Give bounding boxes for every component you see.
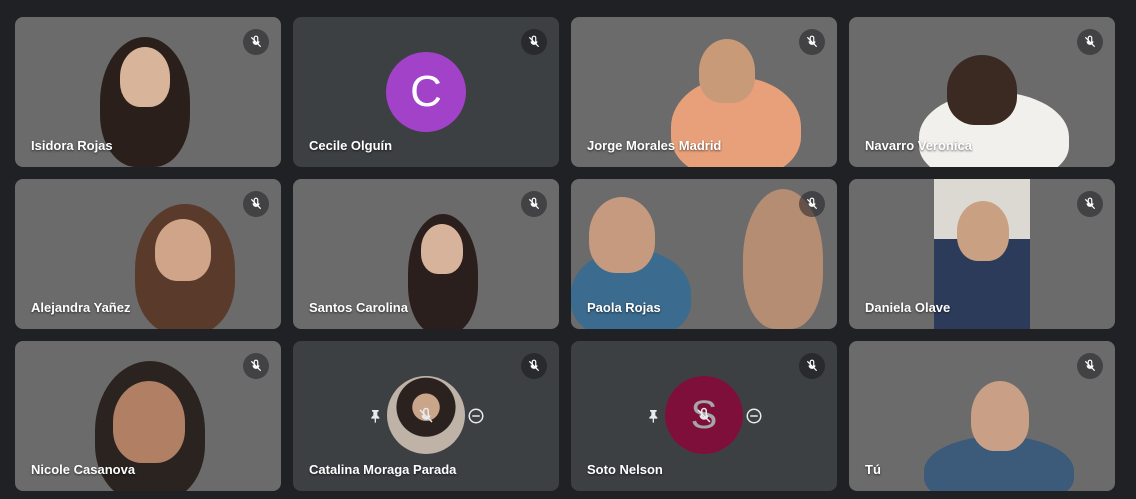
participant-tile[interactable]: Tú [849,341,1115,491]
face [155,219,211,281]
mic-off-icon [1077,29,1103,55]
participant-tile[interactable]: Jorge Morales Madrid [571,17,837,167]
participant-tile[interactable]: Catalina Moraga Parada [293,341,559,491]
participant-grid: Isidora Rojas C Cecile Olguín Jorge Mora… [15,17,1115,491]
face [421,224,463,274]
participant-name: Jorge Morales Madrid [587,138,722,153]
participant-tile[interactable]: Daniela Olave [849,179,1115,329]
participant-name: Isidora Rojas [31,138,113,153]
pin-icon[interactable] [363,403,389,429]
face [957,201,1009,261]
tile-hover-controls [641,396,767,436]
face [947,55,1017,125]
face [699,39,755,103]
remove-icon[interactable] [741,403,767,429]
participant-name: Paola Rojas [587,300,661,315]
participant-tile[interactable]: S Soto Nelson [571,341,837,491]
participant-tile[interactable]: Alejandra Yañez [15,179,281,329]
mic-off-icon [799,29,825,55]
face [589,197,655,273]
participant-tile[interactable]: Isidora Rojas [15,17,281,167]
participant-name: Catalina Moraga Parada [309,462,457,477]
face [971,381,1029,451]
mic-off-icon [521,353,547,379]
mic-off-icon[interactable] [691,403,717,429]
participant-tile[interactable]: Paola Rojas [571,179,837,329]
mic-off-icon [799,191,825,217]
participant-name: Alejandra Yañez [31,300,131,315]
participant-name: Tú [865,462,881,477]
mic-off-icon [799,353,825,379]
mic-off-icon [243,191,269,217]
mic-off-icon [1077,191,1103,217]
participant-name: Soto Nelson [587,462,663,477]
participant-name: Daniela Olave [865,300,951,315]
tile-hover-controls [363,396,489,436]
avatar: C [386,52,466,132]
face [113,381,185,463]
participant-tile[interactable]: Nicole Casanova [15,341,281,491]
mic-off-icon [243,353,269,379]
mic-off-icon[interactable] [413,403,439,429]
mic-off-icon [521,29,547,55]
face [120,47,170,107]
participant-name: Santos Carolina [309,300,408,315]
participant-name: Navarro Veronica [865,138,972,153]
participant-tile[interactable]: Santos Carolina [293,179,559,329]
mic-off-icon [521,191,547,217]
participant-tile[interactable]: C Cecile Olguín [293,17,559,167]
remove-icon[interactable] [463,403,489,429]
participant-tile[interactable]: Navarro Veronica [849,17,1115,167]
pin-icon[interactable] [641,403,667,429]
mic-off-icon [1077,353,1103,379]
mic-off-icon [243,29,269,55]
participant-name: Cecile Olguín [309,138,393,153]
participant-name: Nicole Casanova [31,462,136,477]
